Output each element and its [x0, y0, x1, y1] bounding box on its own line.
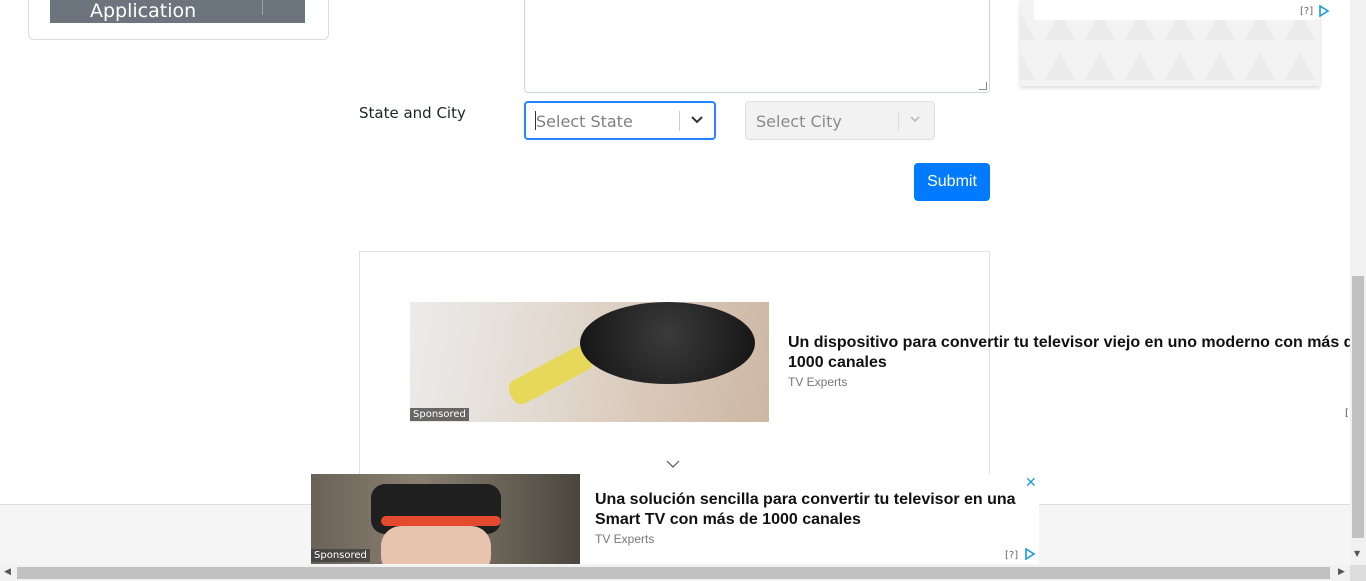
ad-image-stripe — [381, 516, 501, 526]
ad-help-link[interactable]: [ — [1345, 408, 1349, 419]
ad-title[interactable]: Un dispositivo para convertir tu televis… — [788, 333, 1366, 373]
state-select-placeholder: Select State — [536, 112, 633, 131]
scroll-right-arrow-icon[interactable]: ▶ — [1338, 567, 1345, 577]
city-select[interactable]: Select City — [745, 101, 935, 140]
button-separator — [262, 0, 263, 15]
horizontal-scroll-thumb[interactable] — [17, 567, 1330, 579]
message-textarea[interactable] — [524, 0, 990, 93]
vertical-scrollbar[interactable]: ▼ — [1350, 0, 1366, 565]
adchoices-icon[interactable] — [1024, 547, 1036, 563]
horizontal-scrollbar[interactable]: ◀ ▶ — [0, 565, 1366, 581]
vertical-scroll-thumb[interactable] — [1352, 276, 1364, 538]
resize-handle-icon[interactable] — [979, 82, 987, 90]
scroll-left-arrow-icon[interactable]: ◀ — [4, 567, 11, 577]
state-city-label: State and City — [359, 104, 466, 122]
chevron-down-icon[interactable] — [666, 458, 680, 472]
close-icon[interactable]: ✕ — [1025, 475, 1037, 491]
sticky-ad[interactable]: Sponsored Una solución sencilla para con… — [311, 474, 1039, 564]
sponsored-badge: Sponsored — [311, 549, 370, 562]
ad-help-link[interactable]: [?] — [1005, 550, 1018, 561]
application-label: Application — [90, 0, 197, 22]
scrollbar-corner — [1350, 565, 1366, 581]
text-cursor — [535, 111, 536, 130]
adchoices-icon[interactable] — [1318, 4, 1330, 20]
city-select-placeholder: Select City — [756, 112, 842, 131]
scroll-down-arrow-icon[interactable]: ▼ — [1354, 549, 1360, 558]
sponsored-badge: Sponsored — [410, 408, 469, 421]
ad-image-device — [580, 302, 755, 384]
city-select-divider — [898, 111, 899, 131]
right-ad-strip — [1034, 0, 1320, 20]
chevron-down-icon[interactable] — [908, 112, 922, 130]
right-ad-banner[interactable]: [?] — [1020, 0, 1330, 86]
submit-button[interactable]: Submit — [914, 163, 990, 201]
sticky-ad-source[interactable]: TV Experts — [595, 532, 654, 546]
chevron-down-icon[interactable] — [690, 112, 704, 130]
ad-image[interactable] — [410, 302, 769, 422]
ad-source[interactable]: TV Experts — [788, 375, 847, 389]
state-select[interactable]: Select State — [524, 101, 716, 140]
ad-image-hand — [381, 526, 491, 564]
sticky-ad-title[interactable]: Una solución sencilla para convertir tu … — [595, 490, 1025, 530]
ad-help-link[interactable]: [?] — [1300, 6, 1313, 17]
application-button[interactable]: Application — [50, 0, 305, 23]
state-select-divider — [679, 111, 680, 131]
